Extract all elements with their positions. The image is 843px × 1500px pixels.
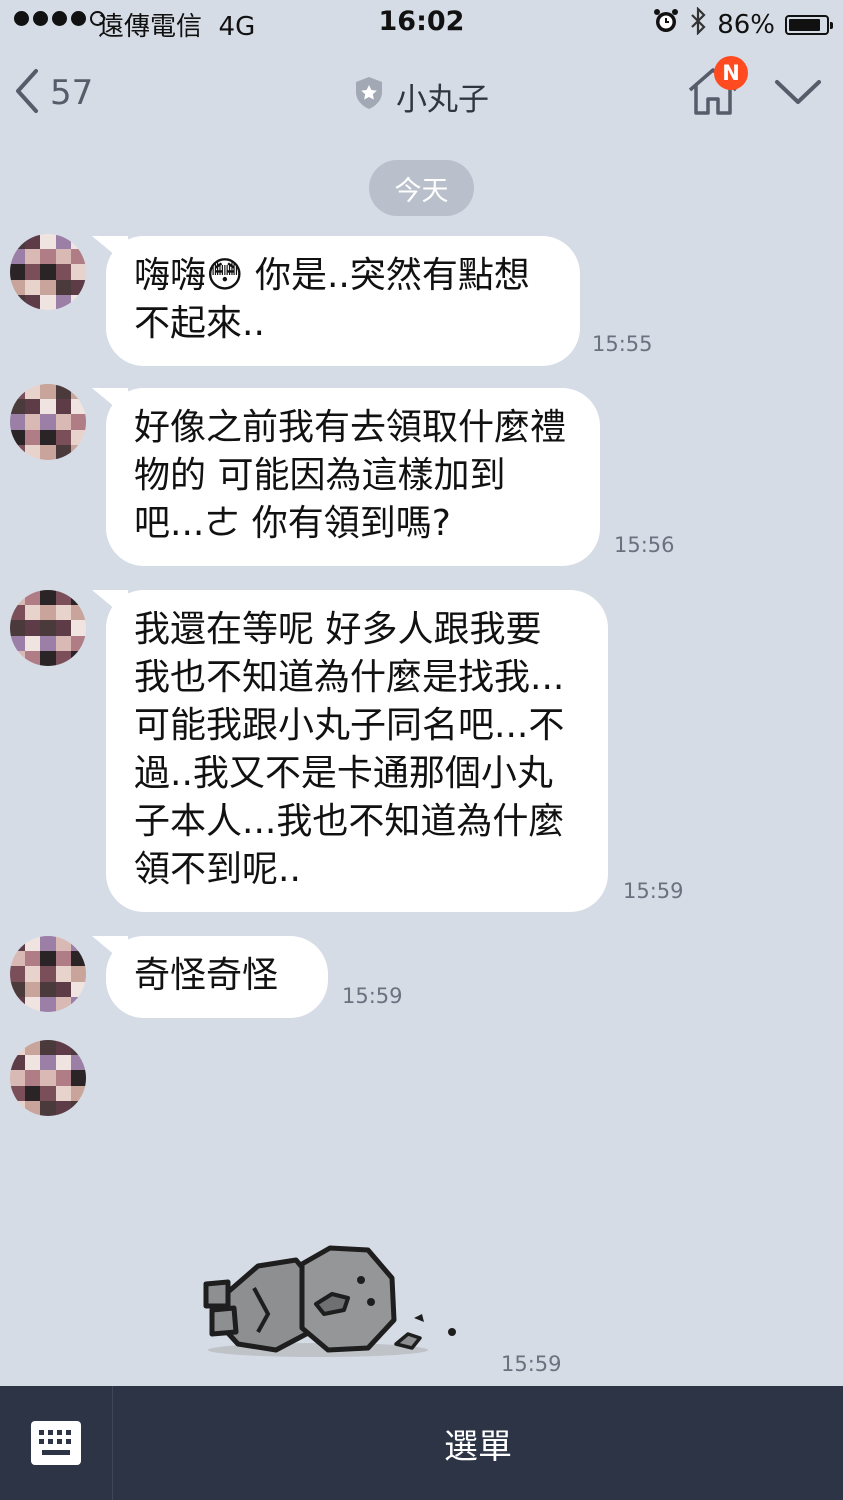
date-divider: 今天 xyxy=(369,160,474,216)
chat-title-text: 小丸子 xyxy=(396,82,489,118)
chevron-down-icon xyxy=(775,80,821,104)
message-time: 15:59 xyxy=(501,1352,562,1376)
chat-header: 57 小丸子 N xyxy=(0,48,843,144)
message-bubble[interactable]: 奇怪奇怪 xyxy=(106,936,328,1018)
status-bar: 遠傳電信 4G 16:02 86% xyxy=(0,0,843,48)
message-time: 15:59 xyxy=(342,984,403,1008)
home-button[interactable]: N xyxy=(686,56,748,122)
bottom-bar: 選單 xyxy=(0,1386,843,1500)
message-bubble[interactable]: 嗨嗨😳 你是..突然有點想不起來.. xyxy=(106,236,580,366)
fallen-rock-sticker[interactable] xyxy=(198,1240,468,1364)
avatar[interactable] xyxy=(10,936,86,1012)
menu-button[interactable]: 選單 xyxy=(113,1386,843,1500)
message-bubble[interactable]: 我還在等呢 好多人跟我要 我也不知道為什麼是找我...可能我跟小丸子同名吧...… xyxy=(106,590,608,912)
avatar[interactable] xyxy=(10,384,86,460)
message-time: 15:59 xyxy=(623,879,684,903)
dropdown-button[interactable] xyxy=(774,78,822,112)
keyboard-button[interactable] xyxy=(0,1386,113,1500)
avatar[interactable] xyxy=(10,590,86,666)
message-time: 15:55 xyxy=(592,332,653,356)
notification-badge: N xyxy=(714,56,748,90)
message-bubble[interactable]: 好像之前我有去領取什麼禮物的 可能因為這樣加到吧...ㄜ 你有領到嗎? xyxy=(106,388,600,566)
avatar[interactable] xyxy=(10,234,86,310)
avatar[interactable] xyxy=(10,1040,86,1116)
keyboard-icon xyxy=(31,1421,81,1465)
battery-percentage: 86% xyxy=(717,9,775,40)
shield-star-icon xyxy=(354,76,384,118)
message-time: 15:56 xyxy=(614,533,675,557)
battery-icon xyxy=(785,14,833,35)
alarm-icon xyxy=(653,8,679,41)
bluetooth-icon xyxy=(689,6,707,42)
